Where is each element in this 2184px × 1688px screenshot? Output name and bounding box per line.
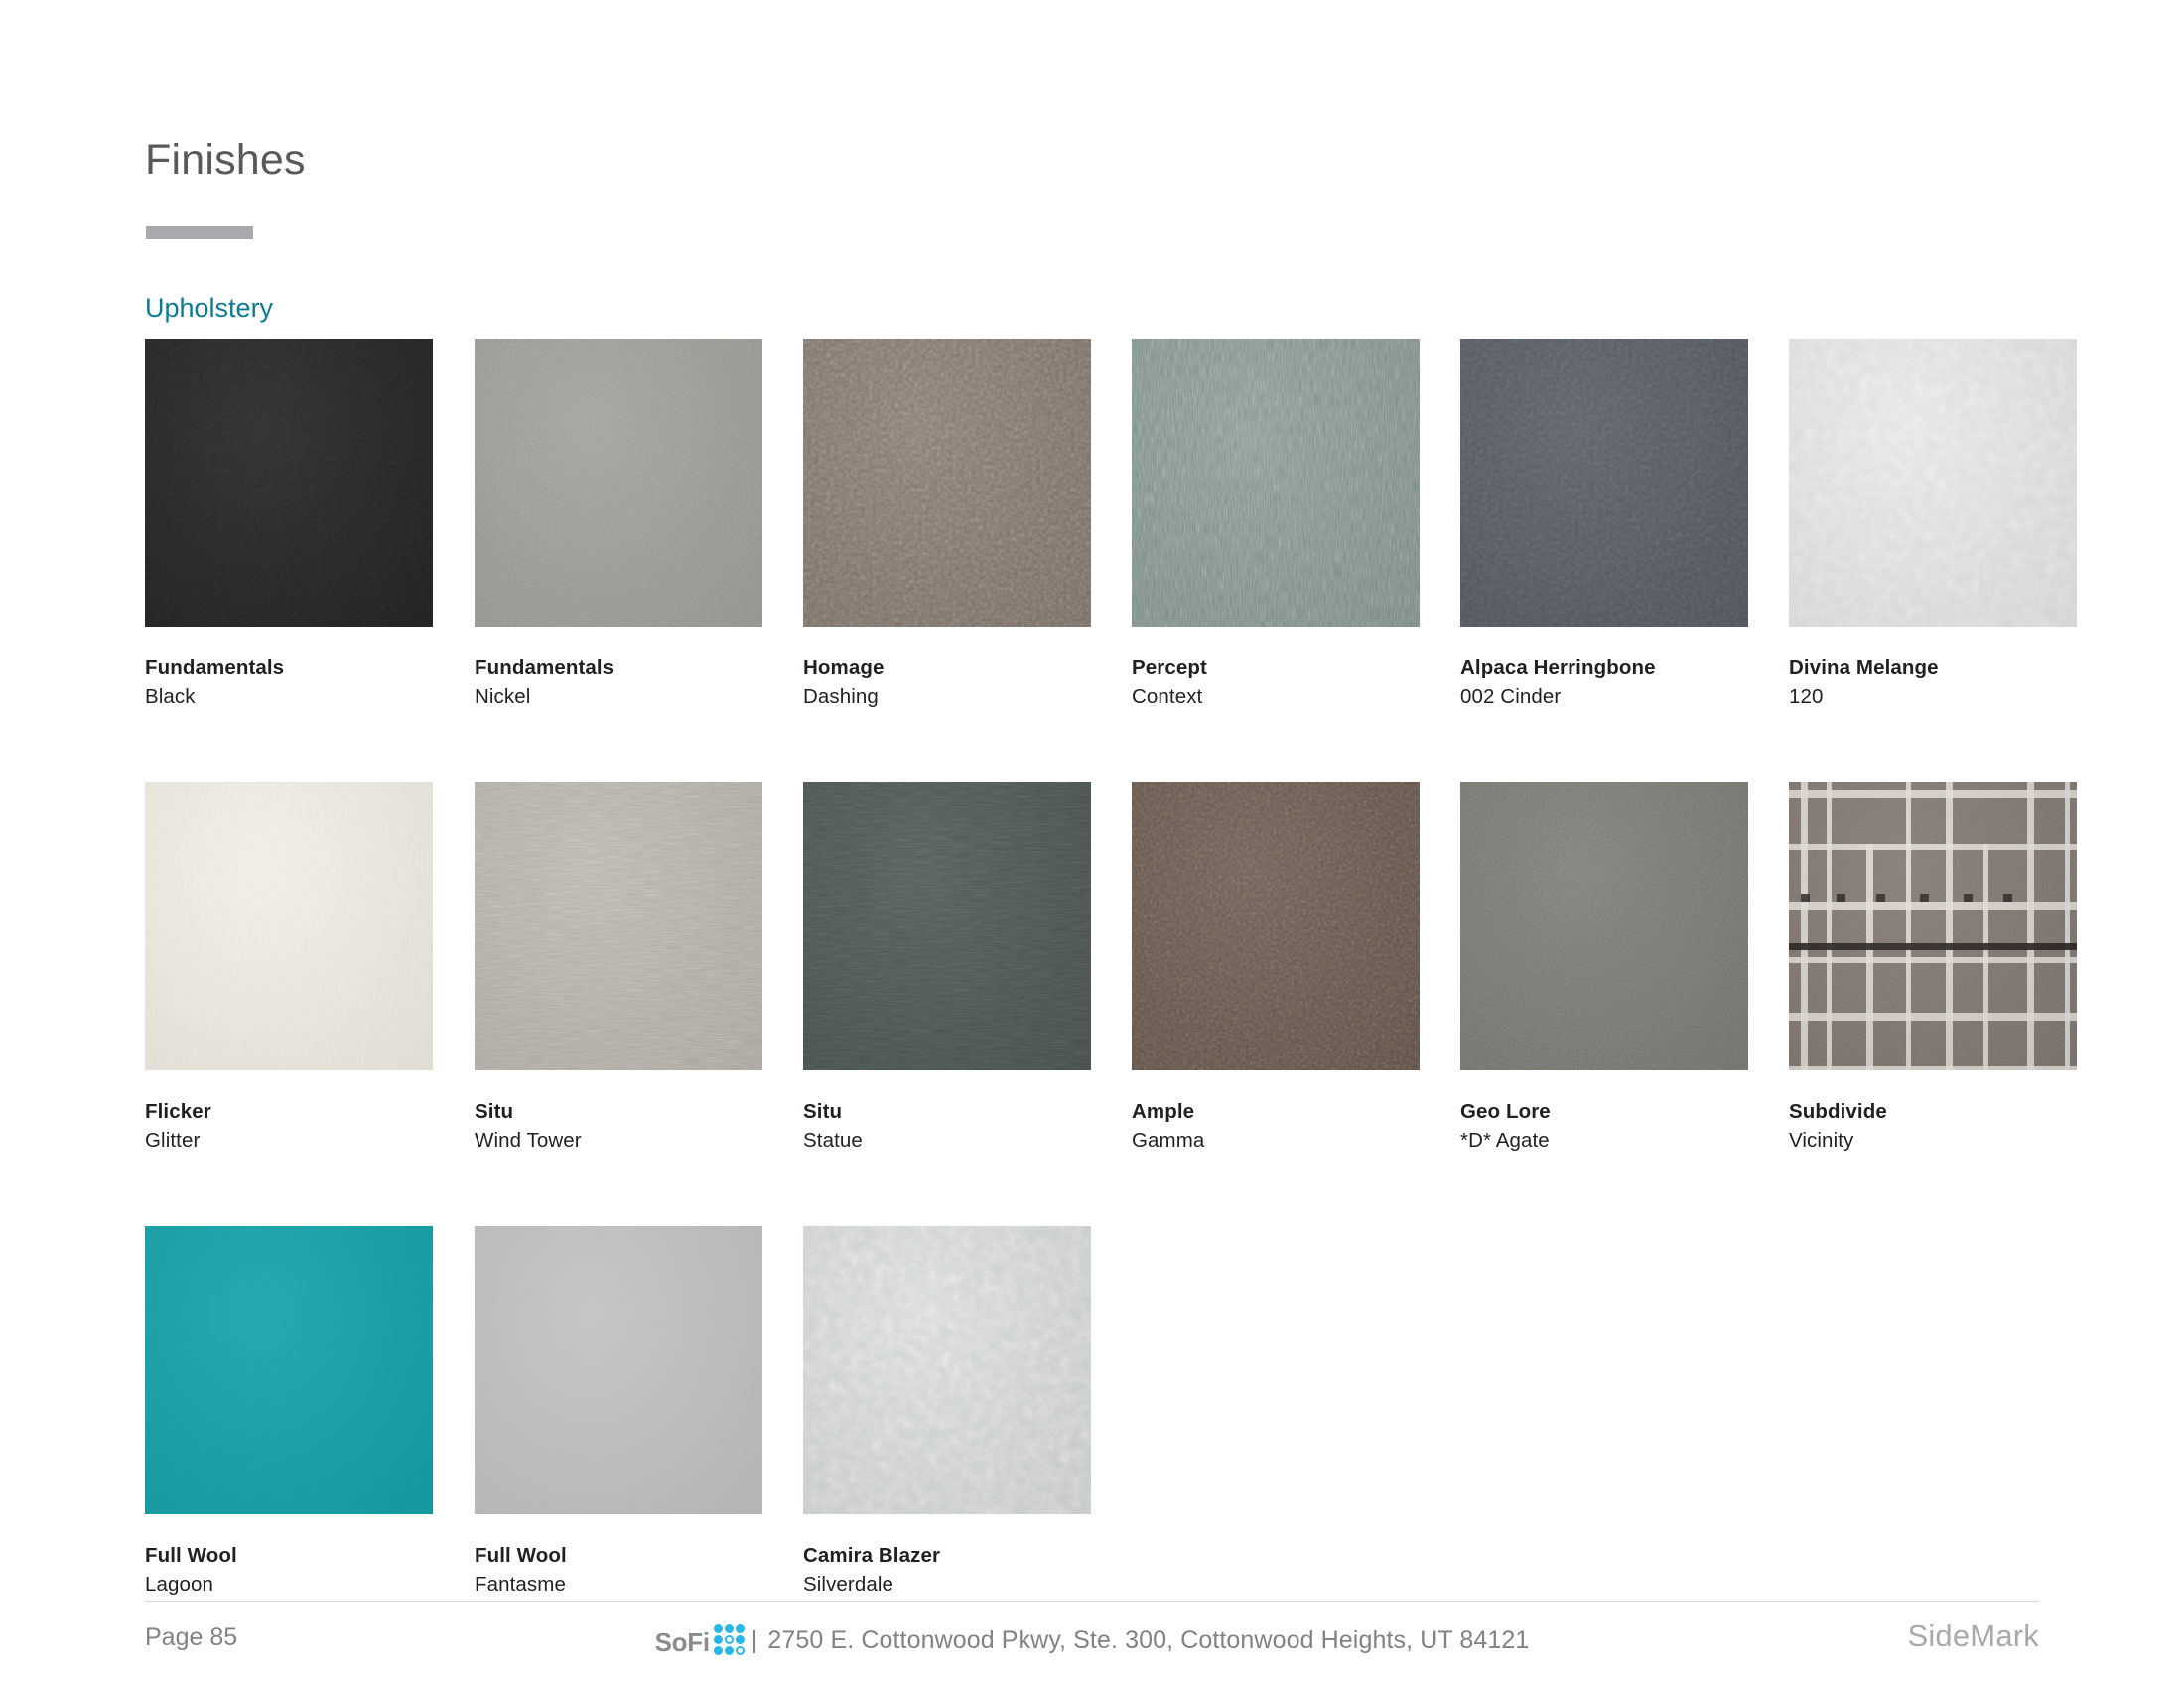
footer-separator: | <box>751 1626 758 1654</box>
swatch-name: Fundamentals <box>145 656 285 679</box>
swatch-color: Fantasme <box>475 1573 566 1597</box>
swatch-image <box>1132 782 1420 1070</box>
swatch-image <box>1460 339 1748 627</box>
swatch-caption: Full Wool Fantasme <box>475 1541 762 1599</box>
swatch-name: Situ <box>475 1100 514 1123</box>
swatch-image <box>1789 339 2077 627</box>
swatch-image <box>1460 782 1748 1070</box>
swatch-image <box>803 339 1091 627</box>
swatch-image <box>475 1226 762 1514</box>
swatch-name: Situ <box>803 1100 843 1123</box>
swatch-row: Full Wool Lagoon Full Wool Fantasme Cami… <box>145 1226 2051 1670</box>
swatch-card[interactable]: Fundamentals Black <box>145 339 433 711</box>
swatch-grid: Fundamentals Black Fundamentals Nickel H… <box>145 339 2077 1670</box>
swatch-caption: Divina Melange 120 <box>1789 653 2077 711</box>
sofi-dot-grid-icon <box>713 1624 745 1655</box>
swatch-caption: Full Wool Lagoon <box>145 1541 433 1599</box>
swatch-color: Black <box>145 685 196 709</box>
swatch-color: Wind Tower <box>475 1129 582 1153</box>
swatch-name: Geo Lore <box>1460 1100 1551 1123</box>
swatch-image <box>803 1226 1091 1514</box>
swatch-name: Alpaca Herringbone <box>1460 656 1656 679</box>
swatch-card[interactable]: Situ Statue <box>803 782 1091 1155</box>
swatch-image <box>803 782 1091 1070</box>
swatch-card[interactable]: Alpaca Herringbone 002 Cinder <box>1460 339 1748 711</box>
swatch-color: Lagoon <box>145 1573 214 1597</box>
swatch-caption: Homage Dashing <box>803 653 1091 711</box>
swatch-caption: Flicker Glitter <box>145 1097 433 1155</box>
swatch-image <box>145 1226 433 1514</box>
sofi-wordmark: SoFi <box>654 1626 710 1657</box>
swatch-color: 002 Cinder <box>1460 685 1562 709</box>
swatch-caption: Alpaca Herringbone 002 Cinder <box>1460 653 1748 711</box>
swatch-card[interactable]: Subdivide Vicinity <box>1789 782 2077 1155</box>
swatch-card[interactable]: Situ Wind Tower <box>475 782 762 1155</box>
swatch-color: Vicinity <box>1789 1129 1854 1153</box>
swatch-card[interactable]: Fundamentals Nickel <box>475 339 762 711</box>
swatch-caption: Camira Blazer Silverdale <box>803 1541 1091 1599</box>
swatch-color: 120 <box>1789 685 1824 709</box>
swatch-name: Flicker <box>145 1100 211 1123</box>
swatch-color: *D* Agate <box>1460 1129 1550 1153</box>
swatch-card[interactable]: Camira Blazer Silverdale <box>803 1226 1091 1599</box>
swatch-caption: Ample Gamma <box>1132 1097 1420 1155</box>
swatch-caption: Geo Lore *D* Agate <box>1460 1097 1748 1155</box>
swatch-card[interactable]: Percept Context <box>1132 339 1420 711</box>
swatch-color: Dashing <box>803 685 879 709</box>
swatch-name: Full Wool <box>145 1544 237 1567</box>
swatch-card[interactable]: Full Wool Lagoon <box>145 1226 433 1599</box>
swatch-color: Statue <box>803 1129 863 1153</box>
footer-divider <box>145 1601 2039 1602</box>
swatch-name: Fundamentals <box>475 656 614 679</box>
swatch-color: Silverdale <box>803 1573 894 1597</box>
section-heading-upholstery: Upholstery <box>145 293 274 323</box>
footer-company-info: SoFi | 2750 E. Cottonwood Pkwy, Ste. 300… <box>0 1624 2184 1657</box>
swatch-name: Full Wool <box>475 1544 567 1567</box>
swatch-caption: Situ Wind Tower <box>475 1097 762 1155</box>
swatch-color: Context <box>1132 685 1203 709</box>
swatch-card[interactable]: Divina Melange 120 <box>1789 339 2077 711</box>
sidemark-brand: SideMark <box>1907 1618 2039 1653</box>
swatch-image <box>145 782 433 1070</box>
swatch-color: Gamma <box>1132 1129 1205 1153</box>
page-title: Finishes <box>145 136 306 184</box>
swatch-card[interactable]: Full Wool Fantasme <box>475 1226 762 1599</box>
swatch-caption: Fundamentals Black <box>145 653 433 711</box>
swatch-card[interactable]: Ample Gamma <box>1132 782 1420 1155</box>
swatch-image <box>1789 782 2077 1070</box>
swatch-card[interactable]: Flicker Glitter <box>145 782 433 1155</box>
swatch-color: Glitter <box>145 1129 201 1153</box>
swatch-name: Subdivide <box>1789 1100 1887 1123</box>
swatch-caption: Fundamentals Nickel <box>475 653 762 711</box>
finishes-page: Finishes Upholstery Fundamentals Black F… <box>0 0 2184 1688</box>
swatch-caption: Percept Context <box>1132 653 1420 711</box>
title-underline-rule <box>146 226 253 239</box>
swatch-image <box>145 339 433 627</box>
swatch-name: Divina Melange <box>1789 656 1939 679</box>
swatch-row: Fundamentals Black Fundamentals Nickel H… <box>145 339 2077 782</box>
swatch-row: Flicker Glitter Situ Wind Tower Situ Sta… <box>145 782 2077 1226</box>
swatch-caption: Situ Statue <box>803 1097 1091 1155</box>
footer-address: 2750 E. Cottonwood Pkwy, Ste. 300, Cotto… <box>767 1626 1530 1654</box>
swatch-card[interactable]: Geo Lore *D* Agate <box>1460 782 1748 1155</box>
swatch-image <box>475 339 762 627</box>
swatch-color: Nickel <box>475 685 531 709</box>
swatch-caption: Subdivide Vicinity <box>1789 1097 2077 1155</box>
swatch-image <box>1132 339 1420 627</box>
swatch-name: Homage <box>803 656 885 679</box>
swatch-card[interactable]: Homage Dashing <box>803 339 1091 711</box>
swatch-name: Ample <box>1132 1100 1195 1123</box>
swatch-name: Percept <box>1132 656 1207 679</box>
swatch-image <box>475 782 762 1070</box>
swatch-name: Camira Blazer <box>803 1544 941 1567</box>
